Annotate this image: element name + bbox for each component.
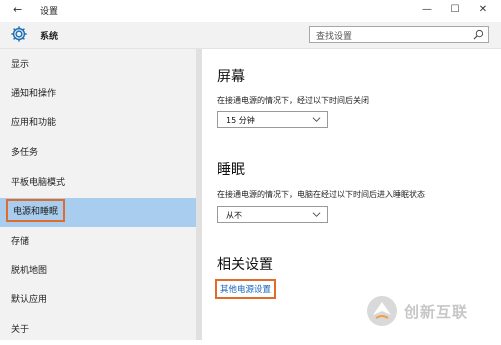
- gear-icon: [11, 26, 27, 42]
- sleep-description: 在接通电源的情况下，电脑在经过以下时间后进入睡眠状态: [217, 190, 425, 199]
- sidebar-item-offline-maps[interactable]: 脱机地图: [0, 257, 196, 286]
- related-settings-title: 相关设置: [217, 257, 273, 273]
- watermark-text: 创新互联: [404, 303, 469, 321]
- search-icon[interactable]: [473, 29, 484, 40]
- sidebar-item-label: 默认应用: [11, 295, 48, 305]
- sidebar-item-label: 关于: [11, 325, 30, 335]
- sidebar-item-display[interactable]: 显示: [0, 51, 196, 80]
- sidebar-item-label: 应用和功能: [11, 118, 57, 128]
- sidebar-item-notifications[interactable]: 通知和操作: [0, 80, 196, 109]
- sidebar: 显示 通知和操作 应用和功能 多任务 平板电脑模式 电源和睡眠 存储 脱机地图 …: [0, 49, 196, 340]
- sidebar-item-about[interactable]: 关于: [0, 316, 196, 345]
- watermark: 创新互联: [365, 293, 495, 329]
- sidebar-item-multitasking[interactable]: 多任务: [0, 139, 196, 168]
- search-input[interactable]: 查找设置: [309, 26, 489, 43]
- sidebar-item-label: 脱机地图: [11, 266, 48, 276]
- title-bar: ← 设置 — ☐ ✕: [0, 0, 501, 22]
- screen-description: 在接通电源的情况下，经过以下时间后关闭: [217, 96, 369, 105]
- sidebar-item-power-sleep[interactable]: 电源和睡眠: [0, 198, 196, 227]
- sleep-timeout-select[interactable]: 从不: [217, 206, 328, 223]
- sidebar-item-label: 通知和操作: [11, 89, 57, 99]
- settings-header: 系统 查找设置: [0, 22, 501, 49]
- close-button[interactable]: ✕: [470, 2, 496, 18]
- chevron-down-icon: [312, 117, 321, 122]
- screen-timeout-value: 15 分钟: [226, 116, 255, 125]
- screen-section-title: 屏幕: [217, 69, 245, 85]
- sleep-timeout-value: 从不: [226, 211, 242, 220]
- back-button[interactable]: ←: [13, 3, 22, 16]
- chevron-down-icon: [312, 212, 321, 217]
- page-title: 系统: [40, 32, 59, 42]
- search-placeholder: 查找设置: [316, 32, 353, 42]
- fox-logo-icon: [367, 296, 397, 326]
- sidebar-item-label: 电源和睡眠: [6, 199, 66, 222]
- sidebar-item-apps[interactable]: 应用和功能: [0, 109, 196, 138]
- sidebar-item-label: 存储: [11, 237, 30, 247]
- sidebar-item-label: 平板电脑模式: [11, 178, 66, 188]
- sleep-section-title: 睡眠: [217, 162, 245, 178]
- sidebar-item-storage[interactable]: 存储: [0, 228, 196, 257]
- sidebar-item-label: 显示: [11, 60, 30, 70]
- screen-timeout-select[interactable]: 15 分钟: [217, 111, 328, 128]
- other-power-settings-link[interactable]: 其他电源设置: [215, 279, 277, 299]
- sidebar-item-tablet-mode[interactable]: 平板电脑模式: [0, 169, 196, 198]
- sidebar-item-label: 多任务: [11, 148, 39, 158]
- sidebar-item-default-apps[interactable]: 默认应用: [0, 286, 196, 315]
- window-title: 设置: [40, 7, 59, 17]
- minimize-button[interactable]: —: [414, 2, 440, 18]
- maximize-button[interactable]: ☐: [442, 2, 468, 18]
